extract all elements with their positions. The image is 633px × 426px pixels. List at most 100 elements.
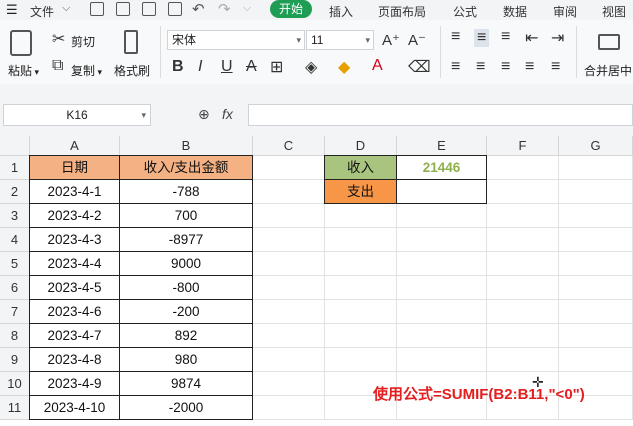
expense-label-cell[interactable]: 支出 <box>324 179 397 204</box>
cell[interactable] <box>325 300 397 324</box>
cell[interactable] <box>559 156 633 180</box>
amount-cell[interactable]: 9000 <box>119 251 253 276</box>
amount-cell[interactable]: 892 <box>119 323 253 348</box>
income-value-cell[interactable]: 21446 <box>396 155 487 180</box>
copy-icon[interactable]: ⧉ <box>52 57 63 75</box>
cell[interactable] <box>253 156 325 180</box>
cell[interactable] <box>325 348 397 372</box>
cut-button[interactable]: 剪切 <box>71 33 95 50</box>
cell[interactable] <box>487 324 559 348</box>
column-header-d[interactable]: D <box>325 136 397 156</box>
save-icon[interactable] <box>90 2 104 16</box>
print-icon[interactable] <box>142 2 156 16</box>
cell[interactable] <box>559 252 633 276</box>
cell[interactable] <box>559 204 633 228</box>
formula-input[interactable] <box>248 104 633 126</box>
column-header-e[interactable]: E <box>397 136 487 156</box>
cell[interactable] <box>559 228 633 252</box>
align-left-icon[interactable]: ≡ <box>451 58 460 76</box>
export-icon[interactable] <box>116 2 130 16</box>
cell[interactable] <box>487 276 559 300</box>
name-box[interactable]: K16 ▾ <box>3 104 151 126</box>
align-top-icon[interactable]: ≡ <box>451 28 460 46</box>
font-name-select[interactable]: 宋体 ▾ <box>167 30 305 50</box>
print-preview-icon[interactable] <box>168 2 182 16</box>
bold-icon[interactable]: B <box>172 58 184 76</box>
row-header[interactable]: 1 <box>0 156 30 180</box>
date-cell[interactable]: 2023-4-8 <box>29 347 120 372</box>
row-header[interactable]: 6 <box>0 276 30 300</box>
font-size-select[interactable]: 11 ▾ <box>306 30 374 50</box>
clear-format-icon[interactable]: ⌫ <box>408 57 431 77</box>
justify-icon[interactable]: ≡ <box>525 58 534 76</box>
date-cell[interactable]: 2023-4-9 <box>29 371 120 396</box>
copy-button[interactable]: 复制 ▾ <box>71 62 102 79</box>
cell[interactable] <box>325 204 397 228</box>
tab-data[interactable]: 数据 <box>503 3 527 20</box>
cell[interactable] <box>397 348 487 372</box>
amount-cell[interactable]: -788 <box>119 179 253 204</box>
cell[interactable] <box>487 204 559 228</box>
tab-insert[interactable]: 插入 <box>329 3 353 20</box>
date-cell[interactable]: 2023-4-10 <box>29 395 120 420</box>
date-cell[interactable]: 2023-4-4 <box>29 251 120 276</box>
cell[interactable] <box>487 180 559 204</box>
decrease-font-icon[interactable]: A⁻ <box>408 31 426 49</box>
format-painter-icon[interactable] <box>124 30 138 54</box>
cell[interactable] <box>487 252 559 276</box>
expense-value-cell[interactable] <box>396 179 487 204</box>
cell[interactable] <box>253 300 325 324</box>
increase-font-icon[interactable]: A⁺ <box>382 31 400 49</box>
amount-cell[interactable]: -800 <box>119 275 253 300</box>
amount-cell[interactable]: 9874 <box>119 371 253 396</box>
cell[interactable] <box>253 372 325 396</box>
cell[interactable] <box>487 348 559 372</box>
cell[interactable] <box>253 396 325 420</box>
cell[interactable] <box>397 276 487 300</box>
align-center-icon[interactable]: ≡ <box>476 58 485 76</box>
table-header-amount[interactable]: 收入/支出金额 <box>119 155 253 180</box>
cell[interactable] <box>253 276 325 300</box>
align-middle-icon[interactable]: ≡ <box>474 29 490 47</box>
date-cell[interactable]: 2023-4-2 <box>29 203 120 228</box>
cell[interactable] <box>397 228 487 252</box>
row-header[interactable]: 9 <box>0 348 30 372</box>
format-painter-button[interactable]: 格式刷 <box>114 62 150 79</box>
tab-review[interactable]: 审阅 <box>553 3 577 20</box>
amount-cell[interactable]: 980 <box>119 347 253 372</box>
cell[interactable] <box>325 276 397 300</box>
tab-page-layout[interactable]: 页面布局 <box>378 3 426 20</box>
paste-icon[interactable] <box>10 30 32 56</box>
date-cell[interactable]: 2023-4-5 <box>29 275 120 300</box>
cell[interactable] <box>487 228 559 252</box>
indent-decrease-icon[interactable]: ⇤ <box>525 28 538 48</box>
income-label-cell[interactable]: 收入 <box>324 155 397 180</box>
table-header-date[interactable]: 日期 <box>29 155 120 180</box>
cell[interactable] <box>397 300 487 324</box>
amount-cell[interactable]: -200 <box>119 299 253 324</box>
column-header-b[interactable]: B <box>120 136 253 156</box>
cell[interactable] <box>397 324 487 348</box>
row-header[interactable]: 4 <box>0 228 30 252</box>
date-cell[interactable]: 2023-4-6 <box>29 299 120 324</box>
font-color-icon[interactable]: A <box>372 57 383 75</box>
cell[interactable] <box>253 228 325 252</box>
date-cell[interactable]: 2023-4-3 <box>29 227 120 252</box>
cell[interactable] <box>487 300 559 324</box>
row-header[interactable]: 5 <box>0 252 30 276</box>
row-header[interactable]: 10 <box>0 372 30 396</box>
scissors-icon[interactable]: ✂ <box>52 29 65 49</box>
row-header[interactable]: 7 <box>0 300 30 324</box>
chevron-down-icon[interactable]: ⌵ <box>62 2 70 15</box>
row-header[interactable]: 3 <box>0 204 30 228</box>
tab-formulas[interactable]: 公式 <box>453 3 477 20</box>
italic-icon[interactable]: I <box>198 58 202 76</box>
cell[interactable] <box>487 156 559 180</box>
undo-icon[interactable]: ↶ <box>192 0 205 18</box>
cell[interactable] <box>253 180 325 204</box>
fill-icon[interactable]: ◈ <box>305 57 317 77</box>
border-icon[interactable]: ⊞ <box>270 57 283 77</box>
cell[interactable] <box>559 348 633 372</box>
cell[interactable] <box>253 348 325 372</box>
indent-increase-icon[interactable]: ⇥ <box>551 28 564 48</box>
